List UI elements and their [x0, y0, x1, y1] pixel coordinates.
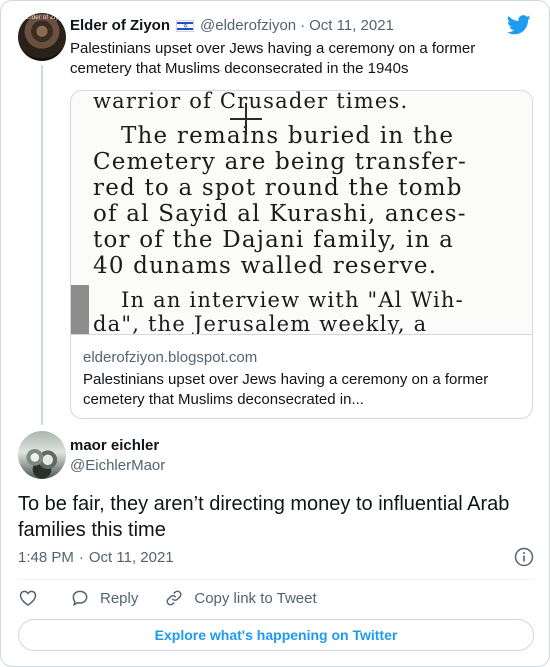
reply-bubble-icon: [72, 590, 88, 607]
tweet-actions: Reply Copy link to Tweet: [18, 588, 343, 608]
link-title: Palestinians upset over Jews having a ce…: [83, 371, 489, 408]
scan-text-line: da", the Jerusalem weekly, a: [93, 312, 428, 334]
link-preview-card[interactable]: warrior of Crusader times. The remains b…: [70, 90, 533, 419]
embedded-tweet-card: Elder of Ziyon Elder of Ziyon ✡ @elderof…: [0, 0, 550, 667]
header-separator: ·: [300, 17, 306, 34]
scan-text-line: Cemetery are being transfer-: [93, 149, 468, 175]
reply-tweet-text: To be fair, they aren’t directing money …: [18, 493, 510, 541]
action-divider: [18, 579, 534, 580]
parent-author-avatar[interactable]: Elder of Ziyon: [18, 13, 66, 61]
israel-flag-icon: ✡: [176, 19, 195, 32]
scan-text-line: of al Sayid al Kurashi, ances-: [93, 201, 467, 227]
twitter-bird-icon[interactable]: [507, 15, 531, 35]
copy-link-button[interactable]: Copy link to Tweet: [164, 588, 317, 608]
info-icon[interactable]: [514, 547, 534, 567]
like-button[interactable]: [18, 588, 38, 608]
heart-icon: [19, 590, 37, 606]
link-preview-info[interactable]: elderofziyon.blogspot.com Palestinians u…: [71, 334, 532, 418]
scan-text-line: 40 dunams walled reserve.: [93, 253, 438, 279]
copy-link-label: Copy link to Tweet: [194, 589, 317, 607]
scan-text-line: red to a spot round the tomb: [93, 175, 463, 201]
reply-author-name[interactable]: maor eichler: [70, 437, 159, 454]
explore-twitter-button[interactable]: Explore what's happening on Twitter: [18, 619, 534, 651]
timestamp-separator: ·: [78, 548, 84, 566]
newspaper-scan-image: warrior of Crusader times. The remains b…: [71, 91, 532, 334]
scan-margin-bar: [71, 285, 89, 334]
scan-text-line: tor of the Dajani family, in a: [93, 227, 455, 253]
tweet-time[interactable]: 1:48 PM: [18, 549, 74, 566]
crosshair-cursor-icon: [230, 103, 262, 135]
thread-connector-line: [41, 65, 43, 425]
reply-author-handle[interactable]: @EichlerMaor: [70, 457, 165, 474]
scan-text-line: In an interview with "Al Wih-: [121, 288, 464, 312]
link-chain-icon: [166, 590, 182, 606]
reply-author-avatar[interactable]: [18, 431, 66, 479]
parent-author-name[interactable]: Elder of Ziyon: [70, 17, 170, 34]
link-domain: elderofziyon.blogspot.com: [83, 349, 258, 366]
parent-tweet-header: Elder of Ziyon ✡ @elderofziyon · Oct 11,…: [70, 17, 394, 34]
reply-label: Reply: [100, 589, 139, 607]
parent-tweet-text: Palestinians upset over Jews having a ce…: [70, 40, 476, 77]
tweet-date[interactable]: Oct 11, 2021: [89, 549, 174, 566]
avatar-caption: Elder of Ziyon: [26, 15, 66, 21]
tweet-timestamp-row[interactable]: 1:48 PM · Oct 11, 2021: [18, 547, 534, 567]
parent-author-handle[interactable]: @elderofziyon: [200, 17, 296, 34]
parent-tweet-date[interactable]: Oct 11, 2021: [309, 17, 394, 34]
reply-button[interactable]: Reply: [70, 588, 138, 608]
scan-text-line: The remains buried in the: [121, 123, 455, 149]
